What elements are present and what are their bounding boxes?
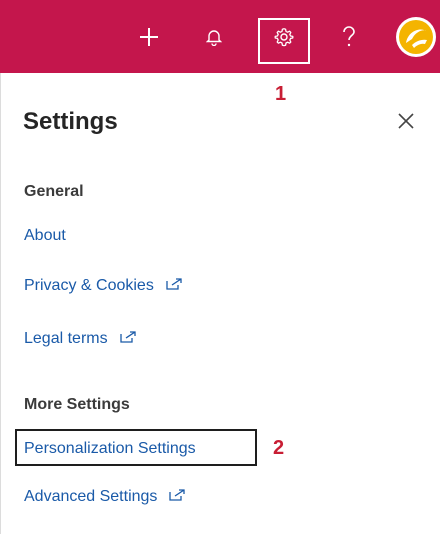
panel-title: Settings bbox=[23, 108, 118, 135]
add-icon[interactable] bbox=[133, 0, 165, 73]
about-link-label: About bbox=[24, 227, 66, 244]
external-link-icon bbox=[166, 277, 182, 295]
panel-edge bbox=[0, 73, 1, 534]
legal-terms-label: Legal terms bbox=[24, 330, 108, 347]
privacy-cookies-link[interactable]: Privacy & Cookies bbox=[24, 277, 182, 295]
close-icon[interactable] bbox=[393, 108, 419, 134]
bell-icon[interactable] bbox=[198, 0, 230, 73]
callout-number-2: 2 bbox=[273, 437, 285, 459]
external-link-icon bbox=[169, 488, 186, 506]
advanced-settings-link[interactable]: Advanced Settings bbox=[24, 488, 186, 506]
advanced-settings-label: Advanced Settings bbox=[24, 488, 158, 505]
avatar[interactable] bbox=[391, 0, 440, 73]
external-link-icon bbox=[119, 330, 136, 348]
privacy-cookies-label: Privacy & Cookies bbox=[24, 277, 154, 294]
help-icon[interactable] bbox=[333, 0, 365, 73]
callout-box-1 bbox=[258, 18, 310, 64]
section-heading-general: General bbox=[24, 183, 84, 200]
about-link[interactable]: About bbox=[24, 227, 66, 245]
top-bar bbox=[0, 0, 440, 73]
section-heading-more-settings: More Settings bbox=[24, 396, 130, 413]
legal-terms-link[interactable]: Legal terms bbox=[24, 330, 136, 348]
callout-number-1: 1 bbox=[275, 83, 287, 105]
callout-box-2 bbox=[15, 429, 257, 466]
